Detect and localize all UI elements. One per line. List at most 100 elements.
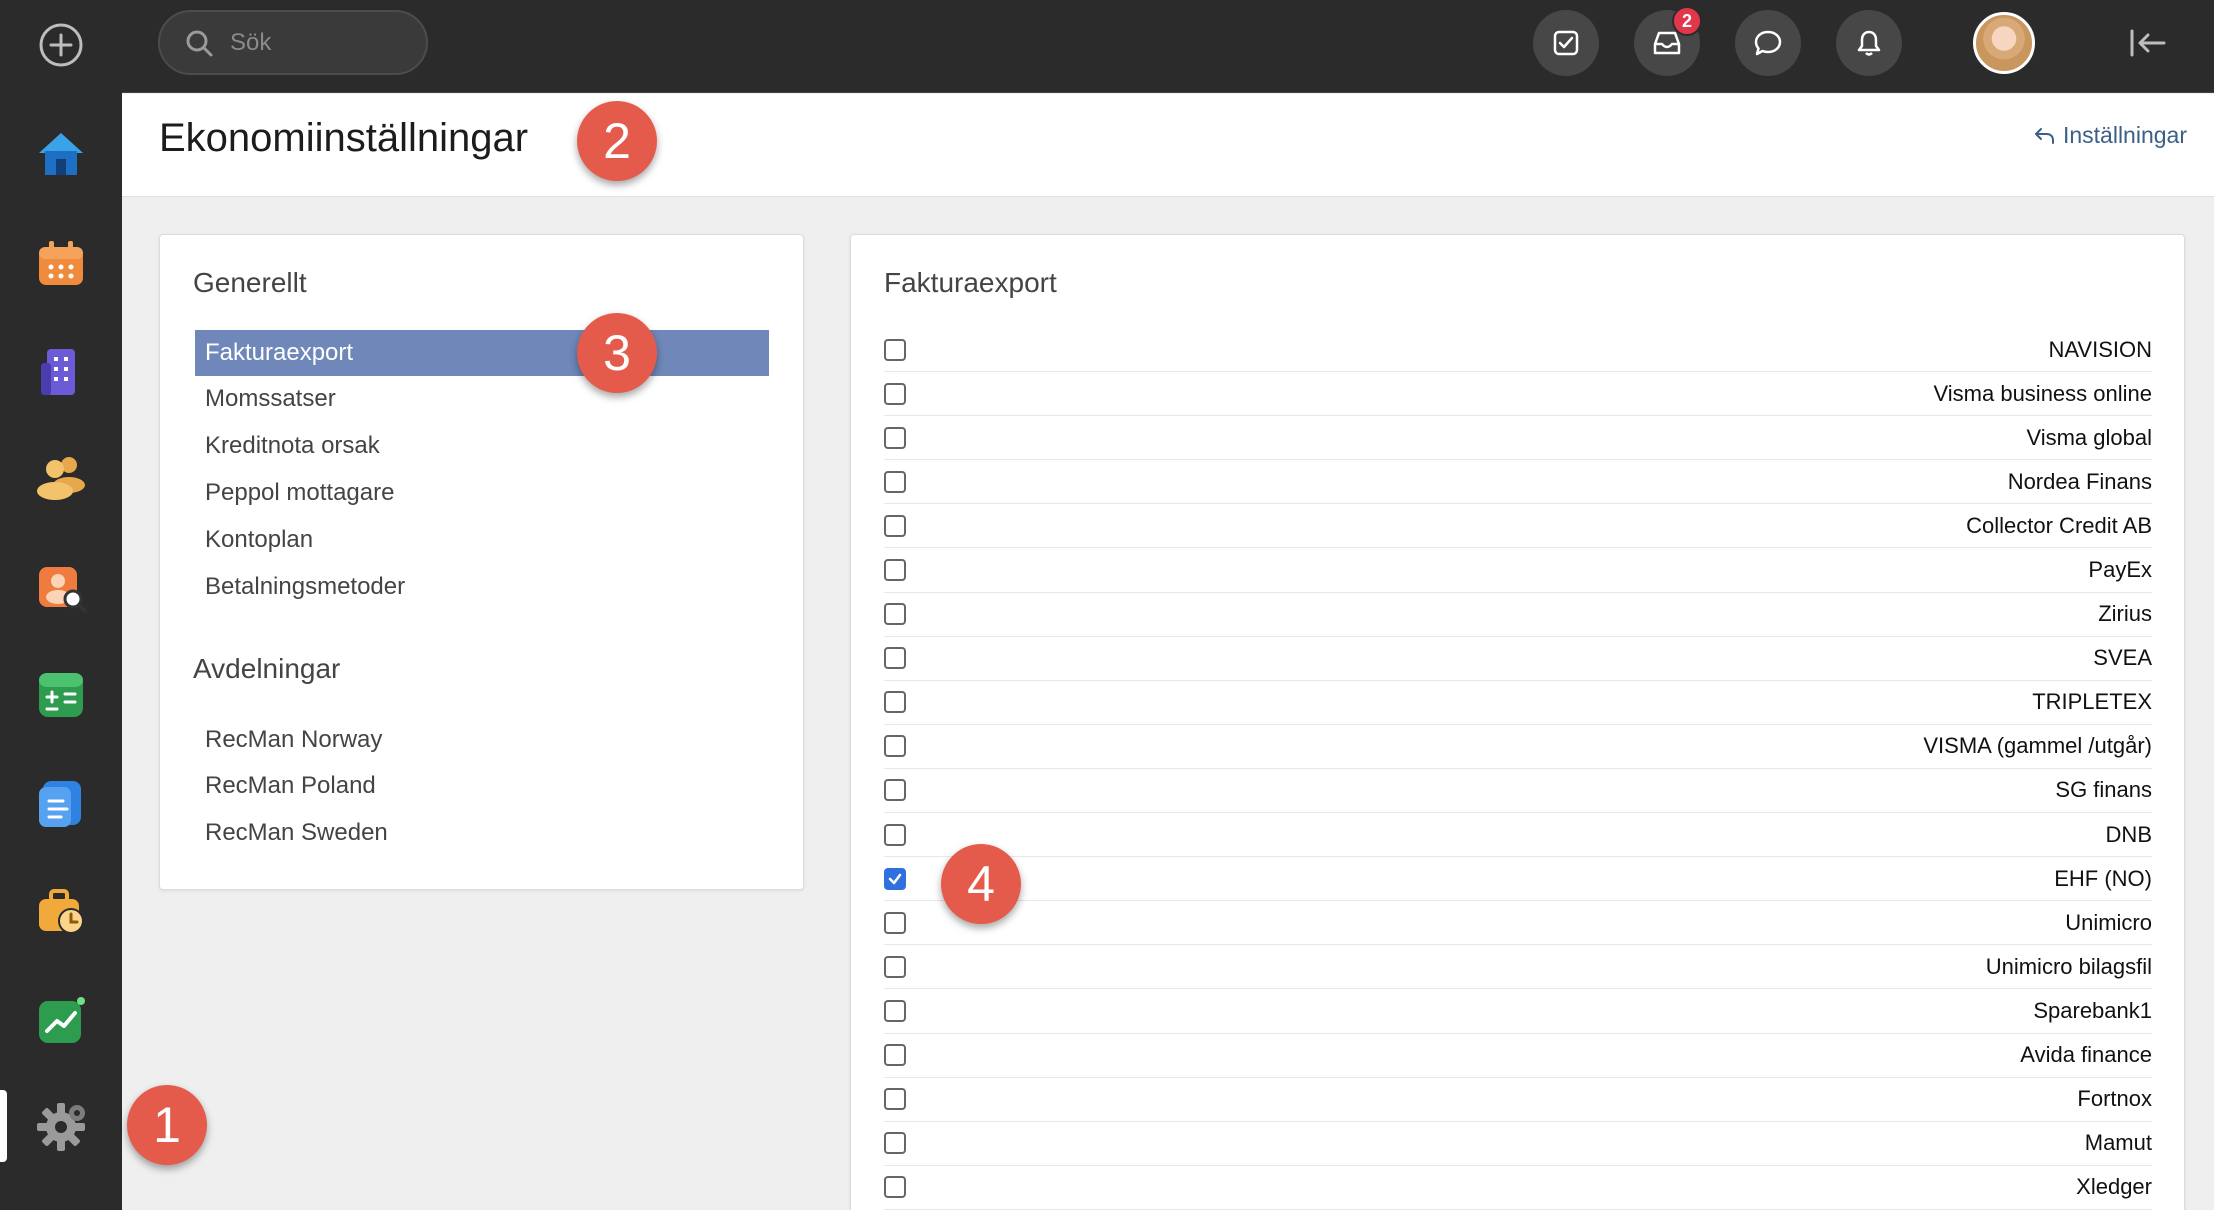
add-button[interactable] (0, 0, 122, 90)
panel-title: Fakturaexport (884, 267, 1057, 298)
notifications-button[interactable] (1836, 10, 1902, 76)
export-label: Collector Credit AB (1966, 512, 2152, 538)
section-title-departments: Avdelningar (193, 653, 341, 684)
calculator-icon (39, 673, 83, 717)
sidebar-item-calendar[interactable] (0, 218, 122, 308)
settings-back-link[interactable]: Inställningar (2033, 122, 2187, 149)
export-checkbox[interactable] (884, 867, 906, 890)
callout-1: 1 (127, 1085, 207, 1165)
export-row[interactable]: NAVISION (884, 328, 2152, 373)
search-bar[interactable]: Sök (158, 10, 428, 75)
export-row[interactable]: Visma business online (884, 372, 2152, 417)
export-row[interactable]: PayEx (884, 548, 2152, 593)
export-checkbox[interactable] (884, 691, 906, 714)
menu-item-betalningsmetoder[interactable]: Betalningsmetoder (195, 564, 769, 610)
building-icon (41, 349, 75, 395)
sidebar-item-home[interactable] (0, 108, 122, 198)
export-row[interactable]: Fortnox (884, 1078, 2152, 1122)
export-row[interactable]: Nordea Finans (884, 460, 2152, 505)
page-header: Ekonomiinställningar Inställningar (122, 94, 2214, 197)
export-checkbox[interactable] (884, 1044, 906, 1067)
export-checkbox[interactable] (884, 647, 906, 670)
export-checkbox[interactable] (884, 1088, 906, 1111)
menu-item-department-sweden[interactable]: RecMan Sweden (195, 810, 769, 856)
menu-item-department-poland[interactable]: RecMan Poland (195, 763, 769, 809)
export-row[interactable]: SVEA (884, 637, 2152, 681)
export-row[interactable]: Unimicro bilagsfil (884, 945, 2152, 990)
collapse-button[interactable] (2123, 18, 2173, 68)
checkmark-icon (888, 873, 902, 884)
menu-item-peppol-mottagare[interactable]: Peppol mottagare (195, 470, 769, 516)
home-icon (39, 133, 83, 175)
export-label: Fortnox (2077, 1086, 2152, 1112)
menu-item-department-norway[interactable]: RecMan Norway (195, 717, 769, 763)
export-checkbox[interactable] (884, 823, 906, 846)
reply-arrow-icon (2034, 127, 2054, 144)
export-label: Unimicro bilagsfil (1985, 953, 2152, 979)
export-row[interactable]: EHF (NO) (884, 857, 2152, 902)
page-title: Ekonomiinställningar (159, 116, 529, 160)
collapse-icon (2130, 29, 2166, 57)
export-checkbox[interactable] (884, 955, 906, 978)
export-label: Xledger (2076, 1174, 2152, 1200)
export-row[interactable]: Unimicro (884, 901, 2152, 946)
chat-icon (1754, 30, 1782, 56)
menu-item-kreditnota-orsak[interactable]: Kreditnota orsak (195, 423, 769, 469)
export-row[interactable]: VISMA (gammel /utgår) (884, 725, 2152, 769)
sidebar-item-timesheets[interactable] (0, 866, 122, 956)
export-row[interactable]: Collector Credit AB (884, 504, 2152, 549)
sidebar-item-economy[interactable] (0, 650, 122, 740)
export-row[interactable]: DNB (884, 813, 2152, 858)
sidebar-item-documents[interactable] (0, 758, 122, 848)
export-checkbox[interactable] (884, 735, 906, 758)
section-title-general: Generellt (193, 267, 307, 298)
export-label: SVEA (2093, 645, 2152, 671)
plus-circle-icon (39, 23, 83, 67)
sidebar-item-settings[interactable] (0, 1082, 122, 1172)
export-row[interactable]: TRIPLETEX (884, 681, 2152, 725)
export-row[interactable]: Avida finance (884, 1034, 2152, 1078)
export-label: DNB (2105, 821, 2152, 847)
candidate-search-icon (39, 567, 87, 613)
export-row[interactable]: Zirius (884, 593, 2152, 637)
export-checkbox[interactable] (884, 999, 906, 1022)
menu-item-momssatser[interactable]: Momssatser (195, 376, 769, 422)
export-checkbox[interactable] (884, 470, 906, 493)
sidebar-item-companies[interactable] (0, 326, 122, 416)
export-list: NAVISION Visma business online Visma globa… (884, 328, 2152, 1210)
export-checkbox[interactable] (884, 779, 906, 802)
inbox-badge: 2 (1672, 6, 1702, 36)
export-checkbox[interactable] (884, 559, 906, 582)
export-row[interactable]: Mamut (884, 1122, 2152, 1166)
export-row[interactable]: SG finans (884, 769, 2152, 814)
invoice-export-panel: Fakturaexport NAVISION Visma business onl… (850, 234, 2185, 1210)
export-checkbox[interactable] (884, 514, 906, 537)
tasks-button[interactable] (1533, 10, 1599, 76)
export-checkbox[interactable] (884, 338, 906, 361)
export-checkbox[interactable] (884, 382, 906, 405)
sidebar-item-reports[interactable] (0, 976, 122, 1066)
export-checkbox[interactable] (884, 911, 906, 934)
export-label: SG finans (2055, 777, 2152, 803)
menu-item-kontoplan[interactable]: Kontoplan (195, 517, 769, 563)
document-icon (39, 781, 81, 827)
export-label: VISMA (gammel /utgår) (1923, 733, 2152, 759)
export-label: TRIPLETEX (2032, 689, 2152, 715)
export-checkbox[interactable] (884, 426, 906, 449)
export-checkbox[interactable] (884, 1176, 906, 1199)
export-row[interactable]: Xledger (884, 1166, 2152, 1210)
export-checkbox[interactable] (884, 603, 906, 626)
calendar-icon (39, 241, 83, 285)
sidebar-item-contacts[interactable] (0, 432, 122, 522)
export-row[interactable]: Visma global (884, 416, 2152, 461)
chat-button[interactable] (1735, 10, 1801, 76)
export-row[interactable]: Sparebank1 (884, 989, 2152, 1034)
search-input[interactable]: Sök (230, 29, 271, 57)
chart-icon (39, 997, 85, 1043)
menu-item-fakturaexport[interactable]: Fakturaexport (195, 330, 769, 376)
sidebar-item-candidates[interactable] (0, 542, 122, 632)
callout-3: 3 (577, 313, 657, 393)
inbox-button[interactable]: 2 (1634, 6, 1702, 76)
export-checkbox[interactable] (884, 1132, 906, 1155)
avatar[interactable] (1973, 12, 2035, 74)
